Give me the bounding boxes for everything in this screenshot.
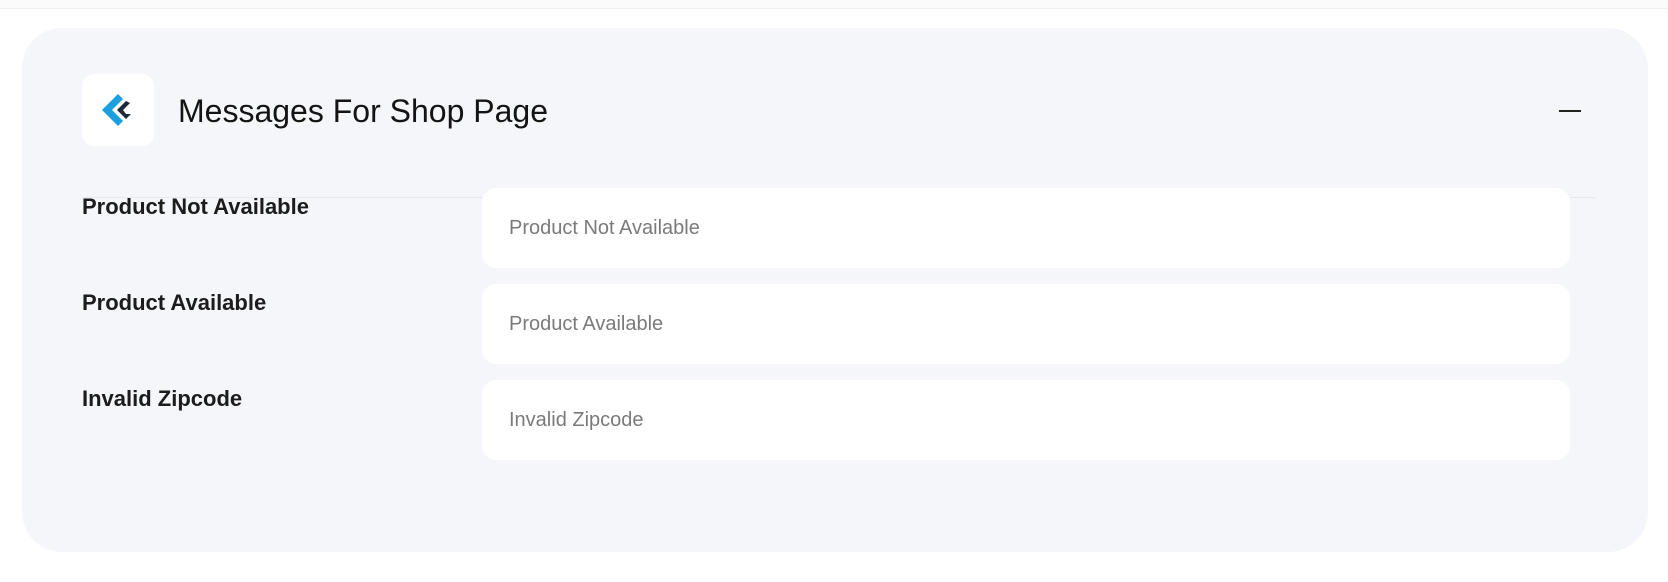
brand-logo (82, 74, 154, 146)
card-header: Messages For Shop Page (82, 74, 1595, 198)
minus-icon (1559, 110, 1581, 112)
field-row-product-available: Product Available (82, 284, 1570, 364)
product-not-available-input[interactable] (482, 188, 1570, 268)
field-row-invalid-zipcode: Invalid Zipcode (82, 380, 1570, 460)
invalid-zipcode-input[interactable] (482, 380, 1570, 460)
brand-logo-icon (102, 94, 131, 126)
product-available-input[interactable] (482, 284, 1570, 364)
field-label-product-available: Product Available (82, 290, 267, 315)
collapse-button[interactable] (1553, 94, 1587, 128)
page-top-strip (0, 0, 1668, 9)
field-label-product-not-available: Product Not Available (82, 194, 309, 219)
section-title: Messages For Shop Page (178, 93, 548, 129)
field-row-product-not-available: Product Not Available (82, 188, 1570, 268)
field-label-invalid-zipcode: Invalid Zipcode (82, 386, 243, 411)
messages-settings-card: Messages For Shop Page Product Not Avail… (22, 28, 1648, 552)
